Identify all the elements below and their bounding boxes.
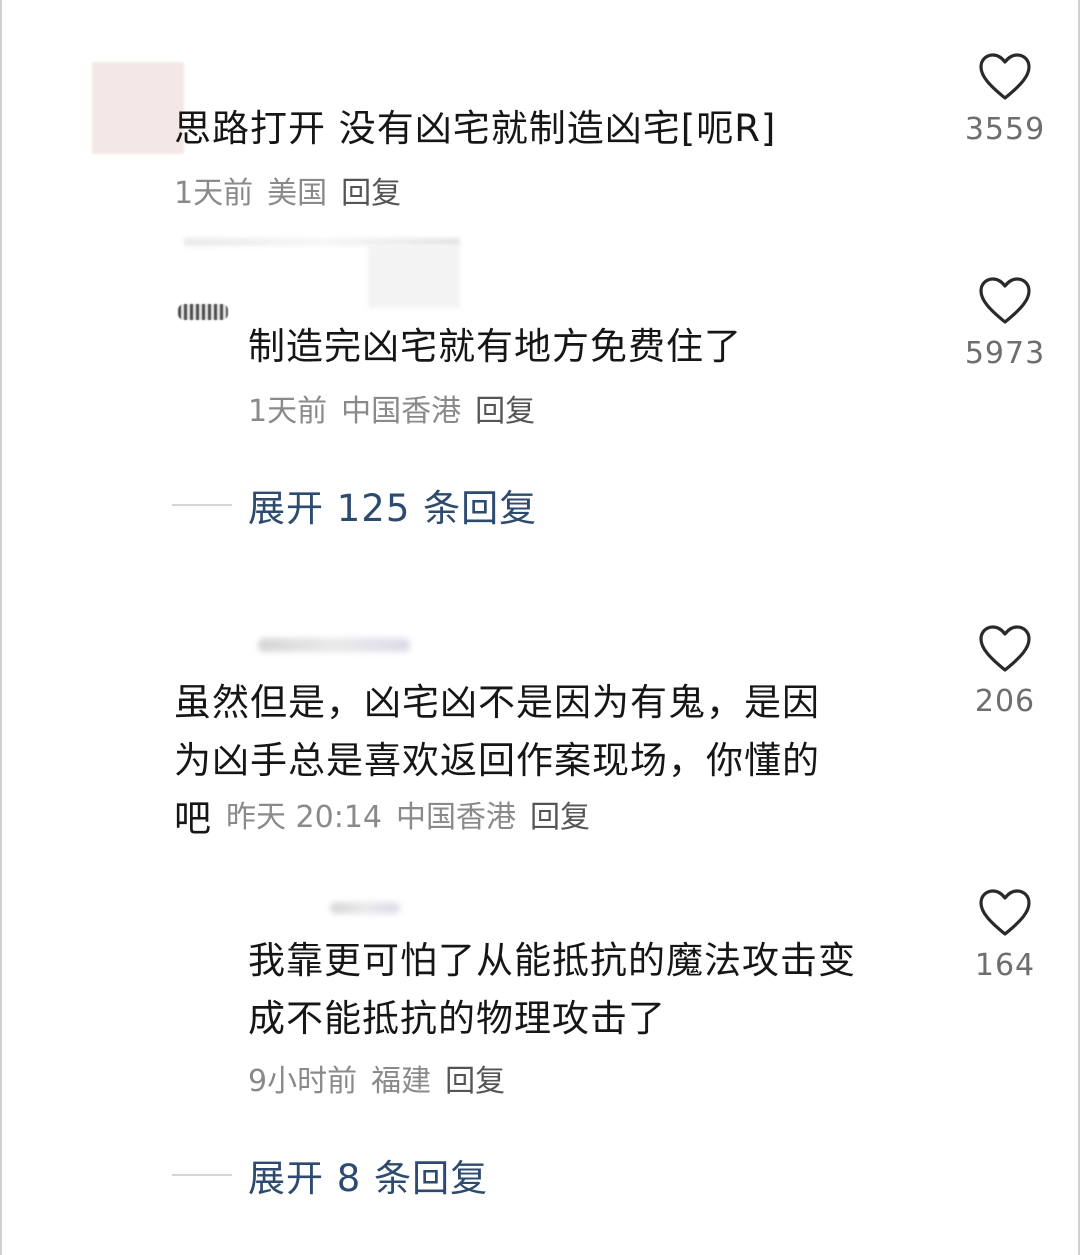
- avatar[interactable]: [92, 62, 184, 154]
- like-button[interactable]: 5973: [950, 276, 1060, 371]
- comment-text-line1: 虽然但是，凶宅凶不是因为有鬼，是因: [174, 681, 820, 724]
- like-count: 164: [974, 948, 1036, 983]
- reply-button[interactable]: 回复: [445, 1064, 505, 1099]
- comment-time: 1天前: [248, 394, 328, 429]
- left-frame-border: [0, 0, 2, 1255]
- heart-outline-icon: [979, 625, 1031, 672]
- heart-outline-icon: [979, 53, 1031, 100]
- like-count: 3559: [964, 112, 1046, 147]
- divider: [172, 504, 232, 506]
- redacted-strip: [184, 238, 460, 246]
- like-count: 206: [974, 684, 1036, 719]
- reply-button[interactable]: 回复: [341, 176, 401, 211]
- expand-replies-label: 展开 125 条回复: [248, 487, 538, 530]
- expand-replies-label: 展开 8 条回复: [248, 1157, 489, 1200]
- avatar[interactable]: [178, 304, 228, 320]
- reply-button[interactable]: 回复: [530, 800, 590, 835]
- comment-time: 9小时前: [248, 1064, 358, 1099]
- heart-outline-icon: [979, 277, 1031, 324]
- redacted-area: [368, 246, 460, 308]
- divider: [172, 1174, 232, 1176]
- reply-button[interactable]: 回复: [475, 394, 535, 429]
- comment-text-line2: 成不能抵抗的物理攻击了: [248, 997, 666, 1040]
- comment-location: 中国香港: [396, 800, 516, 835]
- comment-location: 中国香港: [341, 394, 462, 429]
- like-button[interactable]: 206: [950, 624, 1060, 719]
- like-count: 5973: [964, 336, 1046, 371]
- like-button[interactable]: 164: [950, 888, 1060, 983]
- expand-replies-button[interactable]: 展开 125 条回复: [172, 480, 537, 530]
- comment-meta: 9小时前 福建 回复: [248, 1062, 505, 1102]
- username-redacted: [330, 902, 400, 914]
- username-redacted: [258, 638, 410, 652]
- comment-text-line2: 为凶手总是喜欢返回作案现场，你懂的: [174, 739, 820, 782]
- comment-text-line3: 吧: [174, 797, 212, 840]
- comment-meta: 昨天 20:14 中国香港 回复: [226, 798, 590, 838]
- comment-location: 美国: [267, 176, 328, 211]
- like-button[interactable]: 3559: [950, 52, 1060, 147]
- comment-time: 昨天 20:14: [226, 800, 382, 835]
- comment-text: 思路打开 没有凶宅就制造凶宅[呃R]: [174, 107, 777, 150]
- comment-time: 1天前: [174, 176, 254, 211]
- comment-text: 制造完凶宅就有地方免费住了: [248, 325, 742, 368]
- expand-replies-button[interactable]: 展开 8 条回复: [172, 1150, 488, 1200]
- comment-meta: 1天前 美国 回复: [174, 174, 401, 214]
- comment-meta: 1天前 中国香港 回复: [248, 392, 535, 432]
- comment-text-line1: 我靠更可怕了从能抵抗的魔法攻击变: [248, 939, 856, 982]
- comment-location: 福建: [371, 1064, 432, 1099]
- heart-outline-icon: [979, 889, 1031, 936]
